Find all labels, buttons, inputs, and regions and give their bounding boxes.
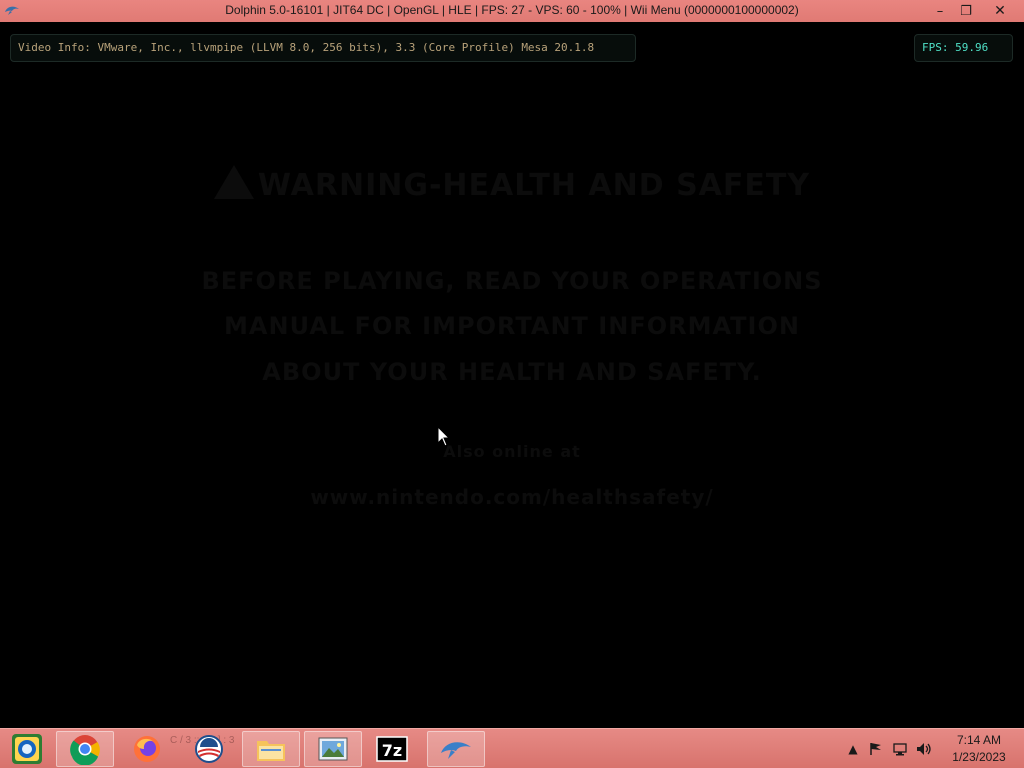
taskbar-7zip[interactable]: 7z <box>363 731 421 767</box>
taskbar-obama[interactable] <box>180 731 238 767</box>
maximize-button[interactable]: ❐ <box>952 0 980 22</box>
action-center-flag-icon[interactable] <box>868 741 884 757</box>
warning-title-text: WARNING-HEALTH AND SAFETY <box>257 168 811 203</box>
obama-logo-icon <box>195 735 223 763</box>
firefox-icon <box>134 736 160 762</box>
also-online-text: Also online at <box>443 442 581 461</box>
network-icon[interactable] <box>892 741 908 757</box>
warning-line-3: ABOUT YOUR HEALTH AND SAFETY. <box>262 358 762 386</box>
chrome-icon <box>70 735 100 765</box>
taskbar-photos[interactable] <box>304 731 362 767</box>
taskbar-chrome[interactable] <box>56 731 114 767</box>
render-viewport[interactable]: Video Info: VMware, Inc., llvmpipe (LLVM… <box>0 22 1024 728</box>
fps-overlay: FPS: 59.96 <box>914 34 1013 62</box>
taskbar-firefox[interactable] <box>118 731 176 767</box>
warning-line-1: BEFORE PLAYING, READ YOUR OPERATIONS <box>201 267 823 295</box>
taskbar: C / 3 :: ol[z] : 3 7z <box>0 728 1024 768</box>
folder-icon <box>257 741 285 761</box>
close-button[interactable]: ✕ <box>984 0 1016 22</box>
start-button[interactable] <box>3 731 51 767</box>
start-orb-icon <box>12 734 42 764</box>
window-title: Dolphin 5.0-16101 | JIT64 DC | OpenGL | … <box>225 3 799 17</box>
7zip-icon: 7z <box>376 736 408 762</box>
show-hidden-icons-icon[interactable]: ▲ <box>845 741 861 757</box>
taskbar-dolphin[interactable] <box>427 731 485 767</box>
photo-viewer-icon <box>318 737 348 761</box>
taskbar-file-explorer[interactable] <box>242 731 300 767</box>
system-clock[interactable]: 7:14 AM 1/23/2023 <box>940 732 1018 766</box>
warning-line-2: MANUAL FOR IMPORTANT INFORMATION <box>224 312 800 340</box>
svg-text:7z: 7z <box>382 741 402 760</box>
title-bar[interactable]: Dolphin 5.0-16101 | JIT64 DC | OpenGL | … <box>0 0 1024 22</box>
volume-icon[interactable] <box>916 741 932 757</box>
dolphin-icon <box>441 742 471 759</box>
video-info-overlay: Video Info: VMware, Inc., llvmpipe (LLVM… <box>10 34 636 62</box>
minimize-button[interactable]: – <box>926 0 954 22</box>
warning-title: WARNING-HEALTH AND SAFETY <box>0 165 1024 203</box>
mouse-cursor-icon <box>437 426 451 447</box>
clock-date: 1/23/2023 <box>952 750 1006 764</box>
health-safety-url: www.nintendo.com/healthsafety/ <box>310 485 714 509</box>
clock-time: 7:14 AM <box>956 733 1002 747</box>
warning-triangle-icon <box>213 165 254 199</box>
